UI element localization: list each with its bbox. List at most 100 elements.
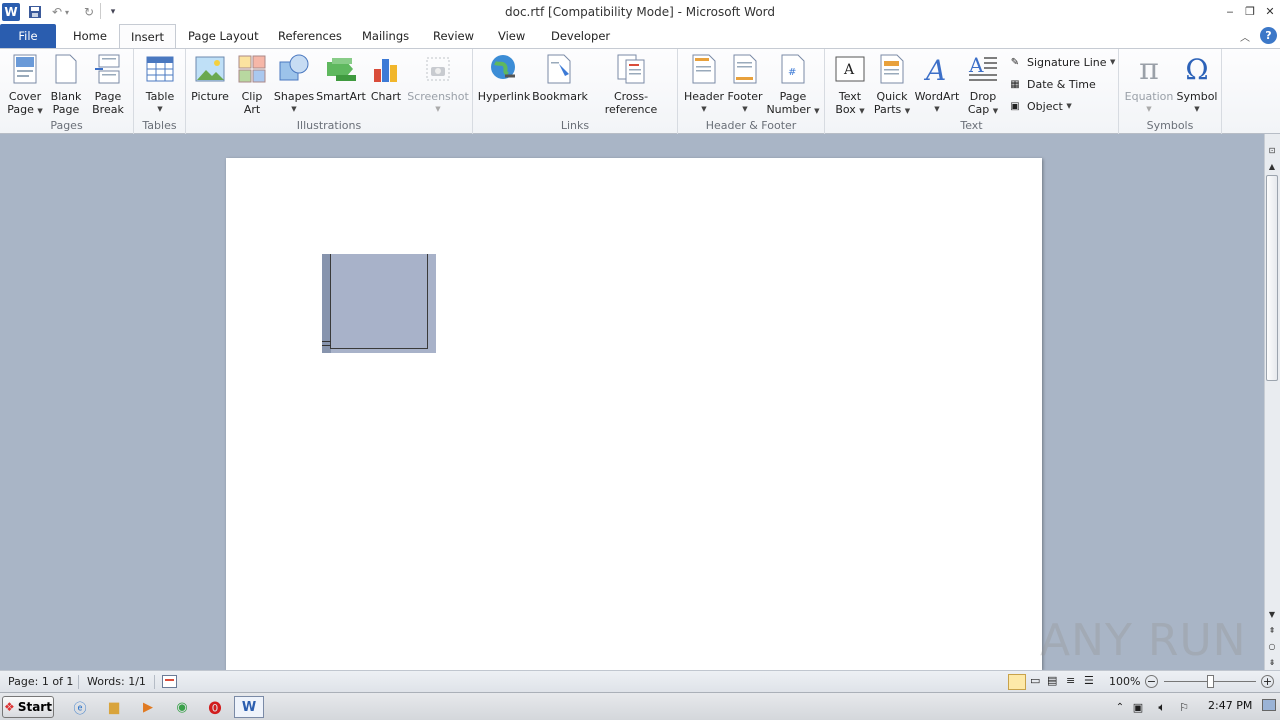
status-divider — [154, 675, 155, 689]
picture-button[interactable]: Picture — [190, 53, 230, 103]
quick-parts-icon — [877, 53, 907, 85]
minimize-icon[interactable]: ‒ — [1220, 0, 1240, 22]
table-icon — [145, 53, 175, 85]
object-icon: ▣ — [1010, 100, 1020, 112]
web-layout-icon[interactable]: ▤ — [1047, 674, 1057, 687]
tab-mailings[interactable]: Mailings — [351, 24, 420, 48]
word-taskbar-button[interactable]: W — [234, 696, 264, 718]
symbol-button[interactable]: Ω Symbol ▼ — [1175, 53, 1219, 116]
minimize-ribbon-icon[interactable]: ︿ — [1240, 29, 1250, 44]
word-count-status[interactable]: Words: 1/1 — [87, 671, 146, 693]
object-button[interactable]: ▣ Object ▼ — [1007, 96, 1071, 116]
next-page-icon[interactable]: ⇟ — [1264, 654, 1280, 670]
print-layout-icon[interactable] — [1008, 674, 1026, 690]
page-count-status[interactable]: Page: 1 of 1 — [8, 671, 73, 693]
cover-page-button[interactable]: Cover Page ▼ — [6, 53, 44, 118]
group-illustrations: Picture Clip Art Shapes ▼ SmartArt Chart… — [186, 49, 473, 134]
scroll-thumb[interactable] — [1266, 175, 1278, 381]
cover-page-icon — [10, 53, 40, 85]
group-pages: Cover Page ▼ Blank Page Page Break Pages — [0, 49, 134, 134]
clock[interactable]: 2:47 PM — [1208, 699, 1252, 712]
show-desktop-icon[interactable] — [1262, 699, 1276, 711]
group-label-text: Text — [960, 119, 983, 132]
media-player-icon[interactable]: ▶ — [136, 696, 160, 718]
full-screen-reading-icon[interactable]: ▭ — [1030, 674, 1040, 687]
shapes-button[interactable]: Shapes ▼ — [274, 53, 314, 116]
footer-button[interactable]: Footer ▼ — [726, 53, 764, 116]
bookmark-button[interactable]: Bookmark — [532, 53, 588, 103]
header-button[interactable]: Header ▼ — [682, 53, 726, 116]
hyperlink-button[interactable]: Hyperlink — [478, 53, 530, 103]
chrome-icon[interactable]: ◉ — [170, 696, 194, 718]
proofing-icon[interactable] — [162, 675, 177, 688]
browse-object-icon[interactable]: ○ — [1264, 638, 1280, 654]
group-links: Hyperlink Bookmark Cross-reference Links — [473, 49, 678, 134]
svg-text:#: # — [788, 67, 796, 78]
zoom-in-icon[interactable]: + — [1261, 675, 1274, 688]
network-icon[interactable]: ▣ — [1126, 696, 1150, 718]
status-bar: Page: 1 of 1 Words: 1/1 ▭ ▤ ≡ ☰ 100% − + — [0, 670, 1280, 692]
tab-page-layout[interactable]: Page Layout — [177, 24, 270, 48]
ruler-toggle-icon[interactable]: ⊡ — [1264, 142, 1280, 158]
tab-file[interactable]: File — [0, 24, 56, 48]
signature-line-button[interactable]: ✎ Signature Line ▼ — [1007, 52, 1116, 72]
blank-page-button[interactable]: Blank Page — [48, 53, 84, 116]
tab-references[interactable]: References — [267, 24, 353, 48]
tab-insert[interactable]: Insert — [119, 24, 176, 49]
scroll-down-icon[interactable]: ▼ — [1264, 606, 1280, 622]
tab-review[interactable]: Review — [422, 24, 485, 48]
zoom-level[interactable]: 100% — [1109, 671, 1140, 693]
window-controls: ‒ ❐ ✕ — [1220, 0, 1280, 22]
svg-text:A: A — [968, 54, 984, 77]
svg-text:A: A — [843, 62, 855, 78]
signature-line-icon: ✎ — [1010, 56, 1020, 68]
equation-button[interactable]: π Equation ▼ — [1123, 53, 1175, 116]
drop-cap-button[interactable]: A Drop Cap ▼ — [963, 53, 1003, 118]
shapes-icon — [279, 53, 309, 85]
text-box-icon: A — [835, 53, 865, 85]
start-button[interactable]: ❖ Start — [2, 696, 54, 718]
screenshot-icon — [423, 53, 453, 85]
tab-view[interactable]: View — [487, 24, 536, 48]
chart-button[interactable]: Chart — [368, 53, 404, 103]
clip-art-button[interactable]: Clip Art — [234, 53, 270, 116]
date-time-button[interactable]: ▦ Date & Time — [1007, 74, 1096, 94]
window-title: doc.rtf [Compatibility Mode] - Microsoft… — [505, 5, 775, 19]
page-number-icon: # — [778, 53, 808, 85]
blank-page-icon — [51, 53, 81, 85]
smartart-button[interactable]: SmartArt — [316, 53, 366, 103]
action-center-flag-icon[interactable]: ⚐ — [1172, 696, 1196, 718]
group-label-links: Links — [560, 119, 590, 132]
table-button[interactable]: Table ▼ — [140, 53, 180, 116]
previous-page-icon[interactable]: ⇞ — [1264, 622, 1280, 638]
calendar-icon: ▦ — [1010, 78, 1020, 90]
document-page[interactable] — [226, 158, 1042, 670]
scroll-up-icon[interactable]: ▲ — [1264, 158, 1280, 174]
file-explorer-icon[interactable]: ▆ — [102, 696, 126, 718]
page-break-button[interactable]: Page Break — [88, 53, 128, 116]
zoom-slider-thumb[interactable] — [1207, 675, 1214, 688]
draft-icon[interactable]: ☰ — [1084, 674, 1094, 687]
outline-icon[interactable]: ≡ — [1066, 674, 1075, 687]
tab-home[interactable]: Home — [62, 24, 118, 48]
status-divider — [78, 675, 79, 689]
picture-icon — [195, 53, 225, 85]
close-icon[interactable]: ✕ — [1260, 0, 1280, 22]
quick-parts-button[interactable]: Quick Parts ▼ — [873, 53, 911, 118]
zoom-out-icon[interactable]: − — [1145, 675, 1158, 688]
page-number-button[interactable]: # Page Number ▼ — [766, 53, 820, 118]
wordart-button[interactable]: A WordArt ▼ — [913, 53, 961, 116]
cross-reference-button[interactable]: Cross-reference — [590, 53, 672, 116]
opera-icon[interactable]: ⓿ — [203, 696, 227, 718]
screenshot-button[interactable]: Screenshot ▼ — [407, 53, 469, 116]
group-header-footer: Header ▼ Footer ▼ # Page Number ▼ Header… — [678, 49, 825, 134]
restore-icon[interactable]: ❐ — [1240, 0, 1260, 22]
tab-developer[interactable]: Developer — [540, 24, 621, 48]
group-text: A Text Box ▼ Quick Parts ▼ A WordArt ▼ A… — [825, 49, 1119, 134]
internet-explorer-icon[interactable]: ⓔ — [68, 696, 92, 718]
group-label-header-footer: Header & Footer — [705, 119, 797, 132]
help-icon[interactable]: ? — [1260, 27, 1277, 44]
text-box-button[interactable]: A Text Box ▼ — [831, 53, 869, 118]
volume-icon[interactable]: 🔈︎ — [1150, 696, 1174, 718]
ribbon-tabs: File Home Insert Page Layout References … — [0, 24, 1280, 49]
